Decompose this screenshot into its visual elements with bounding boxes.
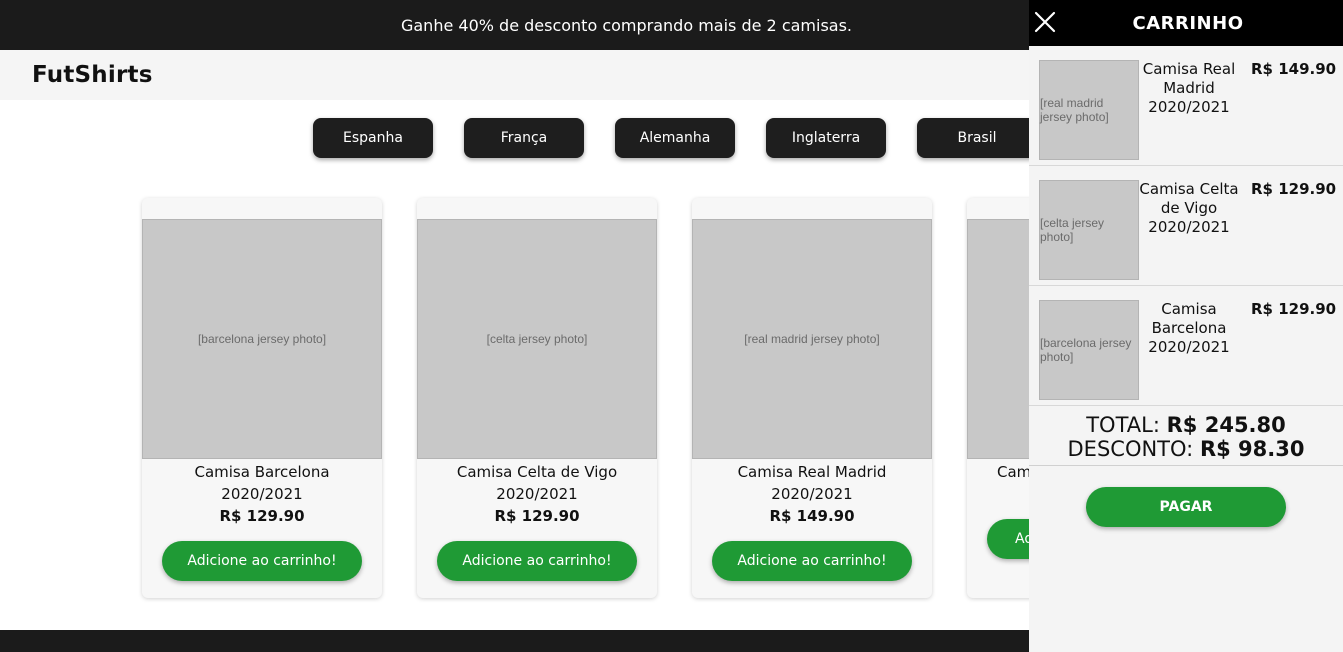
cart-item-name: Camisa Celta de Vigo 2020/2021 xyxy=(1139,180,1239,236)
cart-item-image: [real madrid jersey photo] xyxy=(1039,60,1139,160)
product-card: [barcelona jersey photo] Camisa Barcelon… xyxy=(142,198,382,598)
total-label: TOTAL: xyxy=(1086,412,1160,437)
brand-logo[interactable]: FutShirts xyxy=(32,62,153,88)
product-price: R$ 129.90 xyxy=(494,507,580,525)
product-name: Camisa Barcelona 2020/2021 xyxy=(194,463,330,503)
add-to-cart-button[interactable]: Adicione ao carrinho! xyxy=(712,541,912,581)
filter-germany-button[interactable]: Alemanha xyxy=(615,118,735,158)
product-card: [real madrid jersey photo] Camisa Real M… xyxy=(692,198,932,598)
cart-panel: CARRINHO [real madrid jersey photo] Cami… xyxy=(1029,0,1343,652)
filter-brazil-button[interactable]: Brasil xyxy=(917,118,1037,158)
cart-totals: TOTAL: R$ 245.80 DESCONTO: R$ 98.30 xyxy=(1029,406,1343,466)
cart-item: [barcelona jersey photo] Camisa Barcelon… xyxy=(1029,286,1343,406)
product-image: [real madrid jersey photo] xyxy=(692,219,932,459)
product-name: Camisa Real Madrid 2020/2021 xyxy=(737,463,887,503)
discount-label: DESCONTO: xyxy=(1067,436,1194,461)
cart-header: CARRINHO xyxy=(1029,0,1343,46)
country-filters: Espanha França Alemanha Inglaterra Brasi… xyxy=(313,118,1037,158)
add-to-cart-button[interactable]: Adicione ao carrinho! xyxy=(162,541,362,581)
product-price: R$ 149.90 xyxy=(769,507,855,525)
discount-value: R$ 98.30 xyxy=(1199,436,1305,461)
cart-item-image: [celta jersey photo] xyxy=(1039,180,1139,280)
discount-line: DESCONTO: R$ 98.30 xyxy=(1068,437,1305,461)
product-price: R$ 129.90 xyxy=(219,507,305,525)
cart-item-price: R$ 129.90 xyxy=(1251,300,1337,318)
total-line: TOTAL: R$ 245.80 xyxy=(1086,413,1286,437)
filter-spain-button[interactable]: Espanha xyxy=(313,118,433,158)
cart-item-image: [barcelona jersey photo] xyxy=(1039,300,1139,400)
product-name: Camisa Celta de Vigo 2020/2021 xyxy=(456,463,618,503)
cart-item-price: R$ 149.90 xyxy=(1251,60,1337,78)
close-icon[interactable] xyxy=(1034,11,1056,33)
cart-item-price: R$ 129.90 xyxy=(1251,180,1337,198)
cart-title: CARRINHO xyxy=(1132,12,1244,34)
pay-button[interactable]: PAGAR xyxy=(1086,487,1286,527)
cart-item-name: Camisa Barcelona 2020/2021 xyxy=(1148,300,1230,356)
filter-england-button[interactable]: Inglaterra xyxy=(766,118,886,158)
total-value: R$ 245.80 xyxy=(1166,412,1286,437)
product-card: [celta jersey photo] Camisa Celta de Vig… xyxy=(417,198,657,598)
cart-item: [celta jersey photo] Camisa Celta de Vig… xyxy=(1029,166,1343,286)
filter-france-button[interactable]: França xyxy=(464,118,584,158)
product-image: [celta jersey photo] xyxy=(417,219,657,459)
product-image: [barcelona jersey photo] xyxy=(142,219,382,459)
cart-item-name: Camisa Real Madrid 2020/2021 xyxy=(1142,60,1236,116)
cart-item: [real madrid jersey photo] Camisa Real M… xyxy=(1029,46,1343,166)
add-to-cart-button[interactable]: Adicione ao carrinho! xyxy=(437,541,637,581)
promo-text: Ganhe 40% de desconto comprando mais de … xyxy=(400,15,853,35)
